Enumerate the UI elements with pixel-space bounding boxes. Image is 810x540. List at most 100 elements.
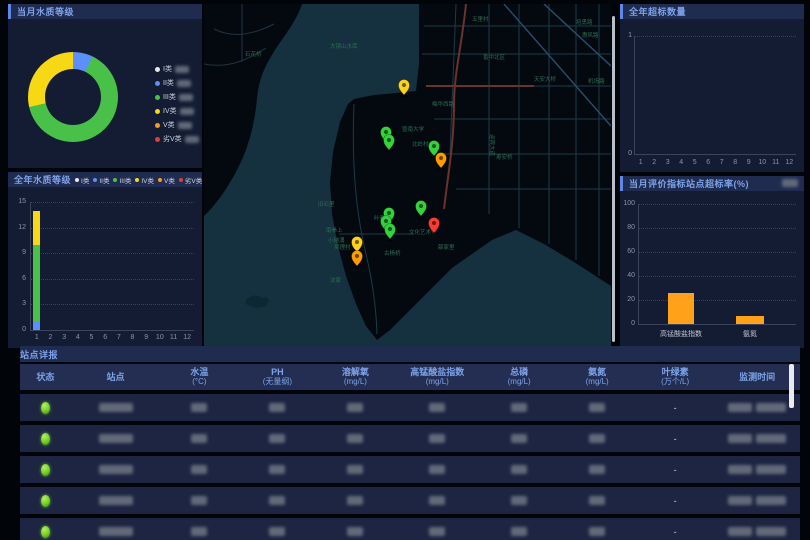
legend-label: III类 [163, 92, 176, 102]
table-row[interactable]: - [20, 487, 800, 514]
monitor-time-redacted [756, 527, 786, 536]
pin-hole [355, 254, 359, 258]
table-header-label: 站点 [107, 372, 125, 382]
table-header-unit: (mg/L) [426, 377, 449, 387]
x-axis-tick: 8 [733, 159, 737, 166]
table-cell [71, 403, 161, 412]
panel-title: 全年超标数量 [629, 5, 686, 18]
value-redacted [511, 496, 527, 505]
legend-dot [155, 137, 160, 142]
y-axis-line [638, 204, 639, 324]
map-place-label: 五里村 [472, 15, 489, 23]
table-cell [71, 465, 161, 474]
table-header-unit: (°C) [192, 377, 206, 387]
table-cell [71, 434, 161, 443]
table-cell [71, 527, 161, 536]
chlorophyll-value: - [674, 527, 677, 537]
y-axis-tick: 3 [12, 300, 26, 307]
y-axis-tick: 20 [621, 296, 635, 303]
pin-hole [432, 221, 436, 225]
x-axis-tick: 1 [639, 159, 643, 166]
map-place-label: 吴理村 [334, 243, 351, 251]
gridline [638, 300, 796, 301]
legend-item: II类 [155, 76, 199, 90]
table-cell [316, 496, 394, 505]
value-redacted [511, 527, 527, 536]
value-redacted [511, 465, 527, 474]
table-cell [160, 434, 238, 443]
x-axis-tick: 4 [76, 334, 80, 341]
panel-yearly-water-grade-header: 全年水质等级 I类II类III类IV类V类劣V类 [8, 172, 202, 187]
x-axis-tick: 3 [62, 334, 66, 341]
legend-label: 劣V类 [185, 175, 202, 185]
table-cell [714, 434, 800, 443]
value-redacted [429, 465, 445, 474]
map-place-label: 旧石里 [318, 201, 335, 208]
pin-hole [384, 130, 388, 134]
table-cell [558, 403, 636, 412]
vertical-scrollbar[interactable] [612, 16, 615, 342]
header-accent-bar [620, 176, 623, 191]
station-name-redacted [99, 465, 133, 474]
table-cell [480, 403, 558, 412]
table-cell [71, 496, 161, 505]
map-place-label: 大镜山水库 [330, 42, 358, 50]
x-axis-tick: 7 [117, 334, 121, 341]
table-cell [238, 527, 316, 536]
value-redacted [269, 465, 285, 474]
map-place-label: 薛家里 [438, 243, 455, 251]
legend-value-redacted [180, 108, 194, 115]
map-view[interactable]: 石花桥大镜山水库培勇路惠风路五里村香中北区梅华西路暨南大学北岭村天安大桥机场路迎… [204, 4, 611, 348]
period-selector[interactable] [782, 179, 798, 187]
table-row[interactable]: - [20, 394, 800, 421]
x-axis-tick: 2 [49, 334, 53, 341]
panel-monthly-exceed-rate-header: 当月评价指标站点超标率(%) [620, 176, 804, 191]
monitor-date-redacted [728, 465, 752, 474]
table-cell [480, 527, 558, 536]
yearly-stacked-bar-chart: 03691215123456789101112 [30, 202, 194, 330]
station-name-redacted [99, 496, 133, 505]
table-header-unit: (无量纲) [263, 377, 292, 387]
table-row[interactable]: - [20, 425, 800, 452]
table-cell [316, 403, 394, 412]
legend-item: I类 [155, 62, 199, 76]
table-row[interactable]: - [20, 518, 800, 540]
monitor-time-redacted [756, 496, 786, 505]
table-header-cell: 监测时间 [714, 364, 800, 390]
table-header-label: PH [271, 367, 284, 377]
table-row[interactable]: - [20, 456, 800, 483]
gridline [30, 279, 194, 280]
value-redacted [269, 527, 285, 536]
legend-dot [158, 178, 162, 182]
legend-dot [179, 178, 183, 182]
value-redacted [269, 434, 285, 443]
status-indicator-green [41, 526, 50, 538]
table-cell [20, 495, 71, 507]
table-header-label: 监测时间 [739, 372, 775, 382]
pin-hole [439, 156, 443, 160]
table-cell [480, 496, 558, 505]
table-header-unit: (mg/L) [586, 377, 609, 387]
table-cell: - [636, 527, 714, 537]
value-redacted [347, 465, 363, 474]
table-header-label: 总磷 [510, 367, 528, 377]
header-accent-bar [8, 4, 11, 19]
monitor-date-redacted [728, 434, 752, 443]
status-indicator-green [41, 495, 50, 507]
table-cell [238, 496, 316, 505]
chlorophyll-value: - [674, 403, 677, 413]
table-cell [480, 434, 558, 443]
map-canvas[interactable]: 石花桥大镜山水库培勇路惠风路五里村香中北区梅华西路暨南大学北岭村天安大桥机场路迎… [204, 4, 611, 348]
table-cell [20, 526, 71, 538]
y-axis-tick: 0 [621, 320, 635, 327]
legend-value-redacted [179, 94, 193, 101]
panel-title: 当月评价指标站点超标率(%) [629, 177, 749, 190]
panel-title: 全年水质等级 [14, 173, 71, 186]
x-axis-tick: 8 [131, 334, 135, 341]
x-axis-tick: 5 [693, 159, 697, 166]
status-indicator-green [41, 433, 50, 445]
table-header-label: 水温 [190, 367, 208, 377]
table-scrollbar[interactable] [789, 364, 794, 408]
table-cell [20, 402, 71, 414]
table-cell [238, 403, 316, 412]
